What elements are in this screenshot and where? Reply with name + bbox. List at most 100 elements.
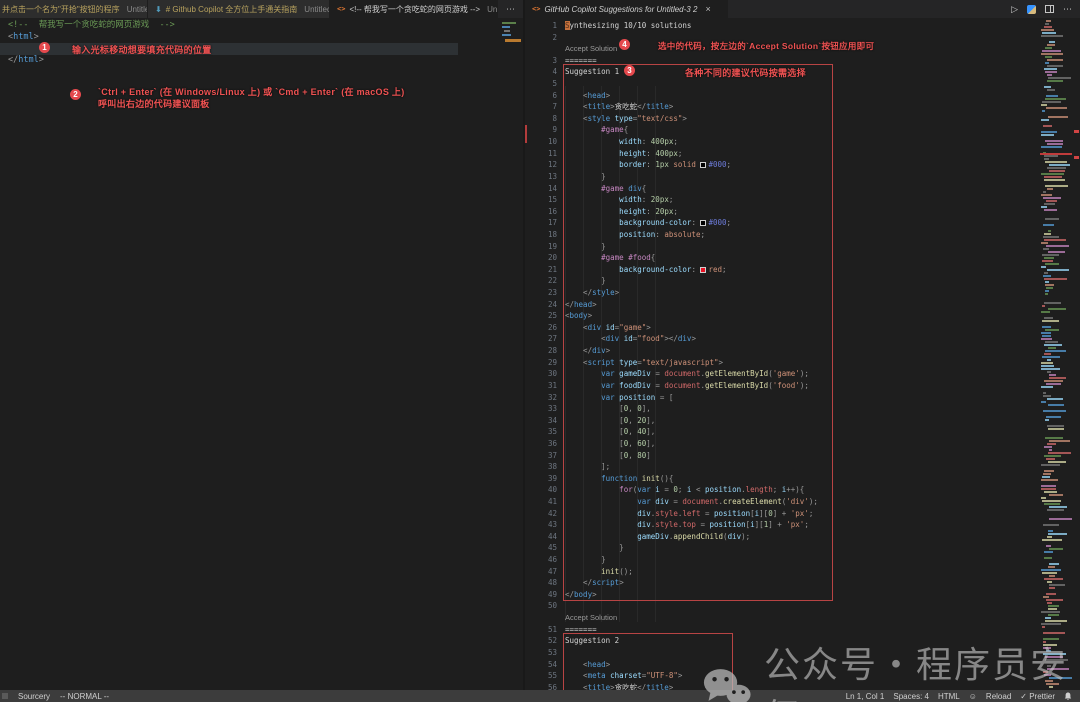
code-line: 31 var foodDiv = document.getElementById… — [525, 380, 1080, 392]
code-line: 9 #game{ — [525, 124, 1080, 136]
tab-title: GitHub Copilot Suggestions for Untitled-… — [544, 5, 697, 14]
annotation-2-text-line2: 呼叫出右边的代码建议面板 — [98, 97, 210, 110]
code-line: Accept Solution — [525, 612, 1080, 624]
tab-untitled-2[interactable]: 并点击一个名为"开抢"按钮的程序 Untitled-2 1 ● — [0, 0, 148, 18]
code-line: <html> — [0, 32, 523, 44]
code-line: <!-- 帮我写一个贪吃蛇的网页游戏 --> — [0, 20, 523, 32]
line-number: 35 — [525, 426, 557, 438]
cursor-position-status[interactable]: Ln 1, Col 1 — [846, 692, 885, 701]
tab-title: <!-- 帮我写一个贪吃蛇的网页游戏 --> — [349, 4, 480, 15]
line-number: 23 — [525, 287, 557, 299]
code-line: 3======= — [525, 55, 1080, 67]
code-line: 23 </style> — [525, 287, 1080, 299]
line-number: 45 — [525, 542, 557, 554]
close-icon[interactable]: × — [705, 4, 710, 14]
red-marker — [525, 125, 527, 143]
annotation-3-text: 各种不同的建议代码按需选择 — [685, 66, 806, 79]
bell-icon[interactable] — [1064, 692, 1072, 701]
code-line: 11 height: 400px; — [525, 148, 1080, 160]
vim-mode-status[interactable]: -- NORMAL -- — [60, 692, 109, 701]
copilot-icon[interactable] — [1027, 5, 1036, 14]
code-line: 10 width: 400px; — [525, 136, 1080, 148]
prettier-status[interactable]: ✓ Prettier — [1020, 692, 1055, 701]
line-number: 14 — [525, 183, 557, 195]
code-line: 19 } — [525, 241, 1080, 253]
line-number: 40 — [525, 484, 557, 496]
tab-title: 并点击一个名为"开抢"按钮的程序 — [2, 4, 120, 15]
line-number: 16 — [525, 206, 557, 218]
code-line: 15 width: 20px; — [525, 194, 1080, 206]
run-icon[interactable]: ▷ — [1011, 5, 1018, 14]
color-swatch-red — [700, 267, 706, 273]
split-editor-icon[interactable] — [1045, 5, 1054, 13]
line-number: 1 — [525, 20, 557, 32]
code-line: 56 <title>贪吃蛇</title> — [525, 682, 1080, 690]
line-number: 50 — [525, 600, 557, 612]
html-icon: <> — [532, 5, 540, 13]
line-number: 11 — [525, 148, 557, 160]
editor-left[interactable]: <!-- 帮我写一个贪吃蛇的网页游戏 --><html></html> 1 输入… — [0, 18, 523, 690]
code-line: 55 <meta charset="UTF-8"> — [525, 670, 1080, 682]
line-number: 6 — [525, 90, 557, 102]
tab-untitled-3[interactable]: <> <!-- 帮我写一个贪吃蛇的网页游戏 --> Untitled-3 ● — [330, 0, 498, 18]
vscode-window: 并点击一个名为"开抢"按钮的程序 Untitled-2 1 ● ⬇ # Gith… — [0, 0, 1080, 702]
tab-suffix: Untitled-1 3 — [304, 5, 330, 14]
editor-right[interactable]: 1Synthesizing 10/10 solutions2 Accept Sol… — [525, 18, 1080, 690]
line-number — [525, 612, 557, 624]
line-number: 20 — [525, 252, 557, 264]
line-number: 47 — [525, 566, 557, 578]
color-swatch-black — [700, 220, 706, 226]
tab-bar-left: 并点击一个名为"开抢"按钮的程序 Untitled-2 1 ● ⬇ # Gith… — [0, 0, 523, 18]
line-number: 48 — [525, 577, 557, 589]
tab-copilot-suggestions[interactable]: <> GitHub Copilot Suggestions for Untitl… — [525, 0, 728, 18]
tab-title: # Github Copilot 全方位上手通关指南 — [166, 4, 298, 15]
line-number: 22 — [525, 275, 557, 287]
line-number: 53 — [525, 647, 557, 659]
code-line: 49</body> — [525, 589, 1080, 601]
line-number: 15 — [525, 194, 557, 206]
code-area-right[interactable]: 1Synthesizing 10/10 solutions2 Accept Sol… — [525, 20, 1080, 690]
code-line: 50 — [525, 600, 1080, 612]
annotation-4-badge: 4 — [619, 39, 630, 50]
code-line: 22 } — [525, 275, 1080, 287]
line-number: 43 — [525, 519, 557, 531]
line-number: 2 — [525, 32, 557, 44]
code-line: 54 <head> — [525, 659, 1080, 671]
reload-status[interactable]: Reload — [986, 692, 1011, 701]
code-line: 17 background-color: #000; — [525, 217, 1080, 229]
code-line: 27 <div id="food"></div> — [525, 333, 1080, 345]
sourcery-status[interactable]: Sourcery — [18, 692, 50, 701]
line-number: 25 — [525, 310, 557, 322]
code-line: 43 div.style.top = position[i][1] + 'px'… — [525, 519, 1080, 531]
line-number: 49 — [525, 589, 557, 601]
code-line: 40 for(var i = 0; i < position.length; i… — [525, 484, 1080, 496]
minimap-right[interactable] — [1040, 18, 1072, 690]
code-line: 52Suggestion 2 — [525, 635, 1080, 647]
annotation-1-text: 输入光标移动想要填充代码的位置 — [72, 43, 212, 56]
accept-solution-link[interactable]: Accept Solution — [565, 43, 617, 55]
language-mode-status[interactable]: HTML — [938, 692, 960, 701]
html-icon: <> — [337, 5, 345, 13]
code-line: 25<body> — [525, 310, 1080, 322]
line-number: 32 — [525, 392, 557, 404]
code-line: 16 height: 20px; — [525, 206, 1080, 218]
line-number: 4 — [525, 66, 557, 78]
code-line: 41 var div = document.createElement('div… — [525, 496, 1080, 508]
tab-overflow-icon[interactable]: ⋯ — [498, 4, 523, 15]
code-line: 44 gameDiv.appendChild(div); — [525, 531, 1080, 543]
code-line: 48 </script> — [525, 577, 1080, 589]
minimap-left[interactable] — [501, 18, 521, 690]
tab-untitled-1[interactable]: ⬇ # Github Copilot 全方位上手通关指南 Untitled-1 … — [148, 0, 330, 18]
editor-actions: ▷ ⋯ — [1011, 0, 1080, 18]
line-number: 26 — [525, 322, 557, 334]
line-number: 52 — [525, 635, 557, 647]
code-line: 1Synthesizing 10/10 solutions — [525, 20, 1080, 32]
indentation-status[interactable]: Spaces: 4 — [893, 692, 929, 701]
line-number: 27 — [525, 333, 557, 345]
more-actions-icon[interactable]: ⋯ — [1063, 5, 1072, 14]
feedback-smiley-icon[interactable]: ☺ — [969, 692, 977, 701]
annotation-4-text: 选中的代码，按左边的`Accept Solution`按钮应用即可 — [658, 40, 874, 52]
code-line: 35 [0, 40], — [525, 426, 1080, 438]
status-bar: Sourcery -- NORMAL -- Ln 1, Col 1 Spaces… — [0, 690, 1080, 702]
accept-solution-link[interactable]: Accept Solution — [565, 612, 617, 624]
